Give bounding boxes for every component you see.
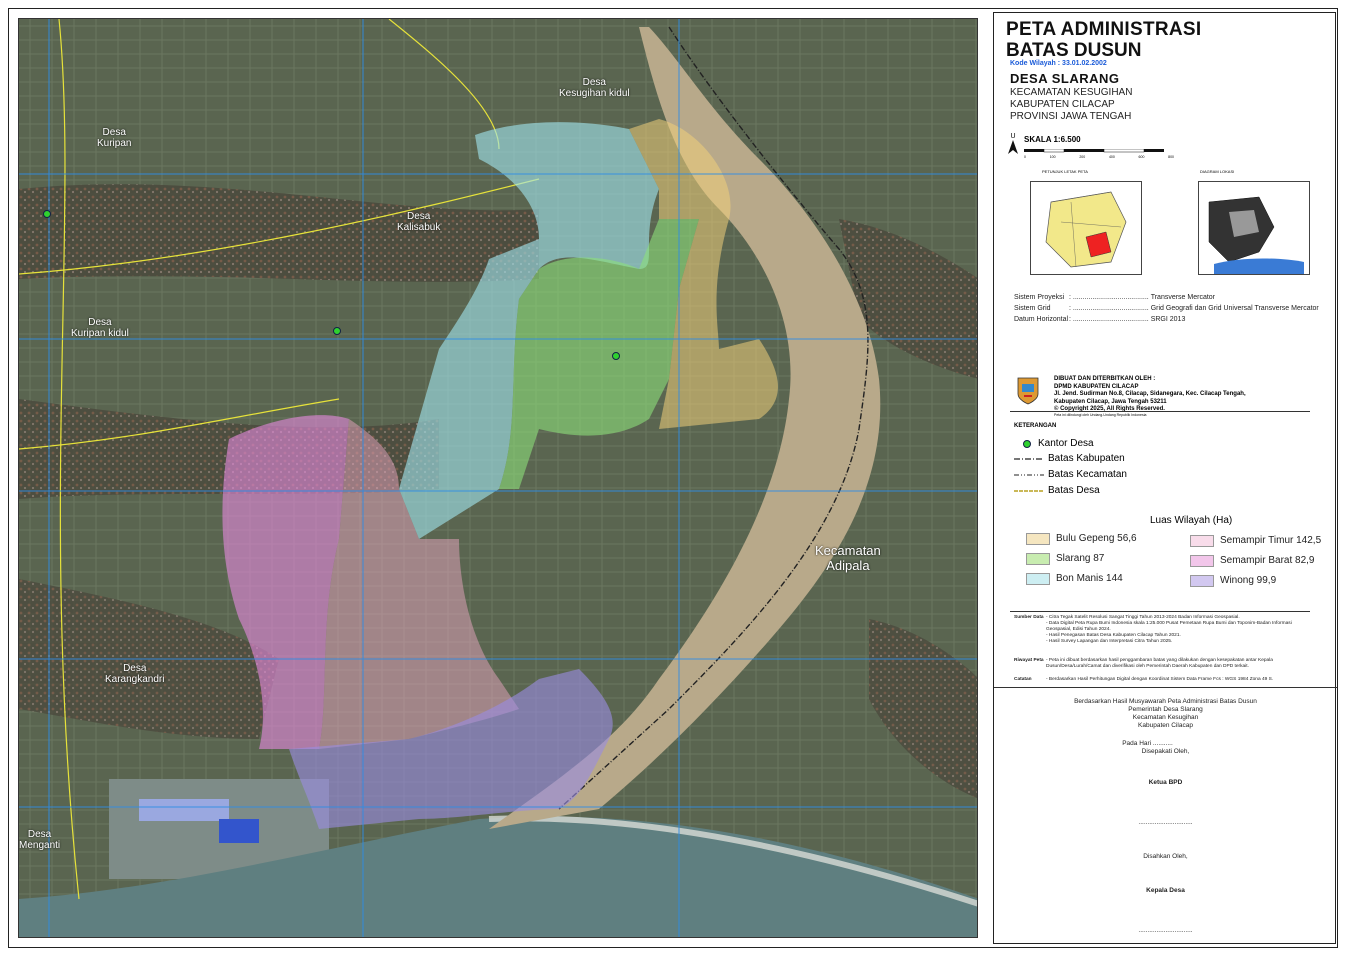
catatan: Catatan - Berdasarkan Hasil Perhitungan … (1014, 677, 1274, 682)
label-kalisabuk: Desa Kalisabuk (397, 211, 441, 233)
publisher-block: DIBUAT DAN DITERBITKAN OLEH : DPMD KABUP… (1054, 376, 1246, 412)
label-menganti: Desa Menganti (19, 829, 61, 851)
luas-semampir-barat: Semampir Barat 82,9 (1220, 555, 1315, 566)
sig-pada-hari: Pada Hari ........... (1122, 740, 1173, 747)
kabupaten-line: KABUPATEN CILACAP (1010, 99, 1115, 110)
sig-line1: Pemerintah Desa Slarang (1128, 706, 1203, 713)
projection-row: Sistem Proyeksi: .......................… (1014, 294, 1216, 301)
kantor-desa-icon (1023, 439, 1031, 448)
luas-wilayah-title: Luas Wilayah (Ha) (1150, 515, 1233, 526)
inset-map-region (1198, 181, 1310, 275)
luas-semampir-timur: Semampir Timur 142,5 (1220, 535, 1322, 546)
desa-name: DESA SLARANG (1010, 71, 1120, 86)
north-arrow-icon: U (1008, 133, 1018, 156)
scale-bar: 0 100 200 400 600 800 (1024, 148, 1174, 159)
kode-wilayah: Kode Wilayah : 33.01.02.2002 (1010, 60, 1107, 67)
legend-batas-kecamatan: Batas Kecamatan (1014, 469, 1127, 480)
provinsi-line: PROVINSI JAWA TENGAH (1010, 111, 1132, 122)
keterangan-title: KETERANGAN (1014, 423, 1057, 429)
divider (1010, 411, 1310, 412)
batas-desa-icon (1014, 489, 1044, 492)
swatch-bulu-gepeng (1026, 533, 1050, 545)
map-title: PETA ADMINISTRASI (1006, 19, 1202, 40)
sumber-data: Sumber Data - Citra Tegak Satelit Resolu… (1014, 615, 1292, 644)
swatch-bon-manis (1026, 573, 1050, 585)
kecamatan-line: KECAMATAN KESUGIHAN (1010, 87, 1133, 98)
cilacap-logo (1016, 376, 1040, 406)
luas-slarang: Slarang 87 (1056, 553, 1105, 564)
inset-map-location (1030, 181, 1142, 275)
legend-panel: PETA ADMINISTRASI BATAS DUSUN Kode Wilay… (993, 12, 1337, 944)
swatch-semampir-timur (1190, 535, 1214, 547)
legend-batas-kabupaten: Batas Kabupaten (1014, 453, 1125, 464)
swatch-semampir-barat (1190, 555, 1214, 567)
sig-disepakati: Disepakati Oleh, (1141, 748, 1190, 755)
sig-kepala-desa: Kepala Desa (1146, 887, 1185, 894)
kantor-desa-marker (43, 210, 51, 218)
swatch-winong (1190, 575, 1214, 587)
inset-title-2: DIAGRAM LOKASI (1200, 169, 1235, 174)
swatch-slarang (1026, 553, 1050, 565)
scale-label: SKALA 1:6.500 (1024, 135, 1081, 144)
industrial-building (219, 819, 259, 843)
datum-row: Datum Horizontal: ......................… (1014, 316, 1186, 323)
batas-kecamatan-icon (1014, 474, 1044, 475)
luas-winong: Winong 99,9 (1220, 575, 1277, 586)
map-subtitle: BATAS DUSUN (1006, 40, 1142, 61)
copyright-note: Peta ini dilindungi oleh Undang-Undang R… (1054, 413, 1147, 417)
sig-intro: Berdasarkan Hasil Musyawarah Peta Admini… (1074, 698, 1257, 705)
label-kecamatan-adipala: Kecamatan Adipala (815, 543, 881, 573)
divider (994, 687, 1337, 688)
legend-kantor-desa: Kantor Desa (1014, 438, 1094, 449)
label-kesugihan-kidul: Desa Kesugihan kidul (559, 77, 630, 99)
sig-dots-1: .............................. (1138, 819, 1193, 826)
kantor-desa-marker (612, 352, 620, 360)
batas-kabupaten-icon (1014, 457, 1044, 460)
sig-disahkan: Disahkan Oleh, (1143, 853, 1188, 860)
divider (1010, 611, 1310, 612)
industrial-building (139, 799, 229, 821)
riwayat-peta: Riwayat Peta - Peta ini dibuat berdasark… (1014, 658, 1273, 669)
legend-batas-desa: Batas Desa (1014, 485, 1100, 496)
luas-bulu-gepeng: Bulu Gepeng 56,6 (1056, 533, 1137, 544)
sig-dots-2: .............................. (1138, 927, 1193, 934)
sig-line2: Kecamatan Kesugihan (1132, 714, 1199, 721)
kantor-desa-marker (333, 327, 341, 335)
inset-title-1: PETUNJUK LETAK PETA (1042, 169, 1088, 174)
grid-row: Sistem Grid: ...........................… (1014, 305, 1319, 312)
luas-bon-manis: Bon Manis 144 (1056, 573, 1123, 584)
sig-ketua-bpd: Ketua BPD (1148, 779, 1183, 786)
sig-line3: Kabupaten Cilacap (1138, 722, 1193, 729)
label-kuripan-kidul: Desa Kuripan kidul (71, 317, 129, 339)
label-kuripan: Desa Kuripan (97, 127, 132, 149)
map-canvas[interactable]: Desa Kesugihan kidul Desa Kuripan Desa Kali… (18, 18, 978, 938)
label-karangkandri: Desa Karangkandri (105, 663, 165, 685)
